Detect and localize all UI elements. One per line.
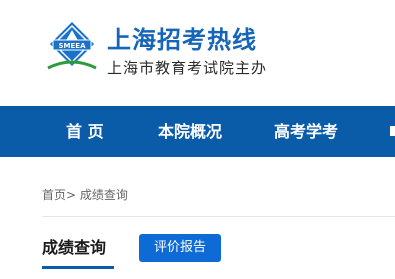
logo-text: SMEEA <box>59 42 87 50</box>
breadcrumb-home-link[interactable]: 首页> <box>42 188 76 202</box>
site-title: 上海招考热线 <box>107 26 257 54</box>
nav-overflow-marker <box>390 126 395 136</box>
smeea-logo-icon[interactable]: SMEEA <box>44 20 100 76</box>
section-title: 成绩查询 <box>42 238 107 257</box>
main-nav: 首 页 本院概况 高考学考 <box>0 106 395 157</box>
breadcrumb: 首页> 成绩查询 <box>42 186 128 203</box>
site-subtitle: 上海市教育考试院主办 <box>107 59 268 77</box>
nav-item-about[interactable]: 本院概况 <box>158 106 222 157</box>
nav-item-home[interactable]: 首 页 <box>66 106 104 157</box>
nav-item-gaokao[interactable]: 高考学考 <box>274 106 338 157</box>
divider <box>42 216 395 217</box>
evaluation-report-button[interactable]: 评价报告 <box>139 234 221 262</box>
breadcrumb-current: 成绩查询 <box>79 188 128 202</box>
site-header: SMEEA 上海招考热线 上海市教育考试院主办 <box>0 0 395 106</box>
section-title-underline <box>42 266 114 269</box>
